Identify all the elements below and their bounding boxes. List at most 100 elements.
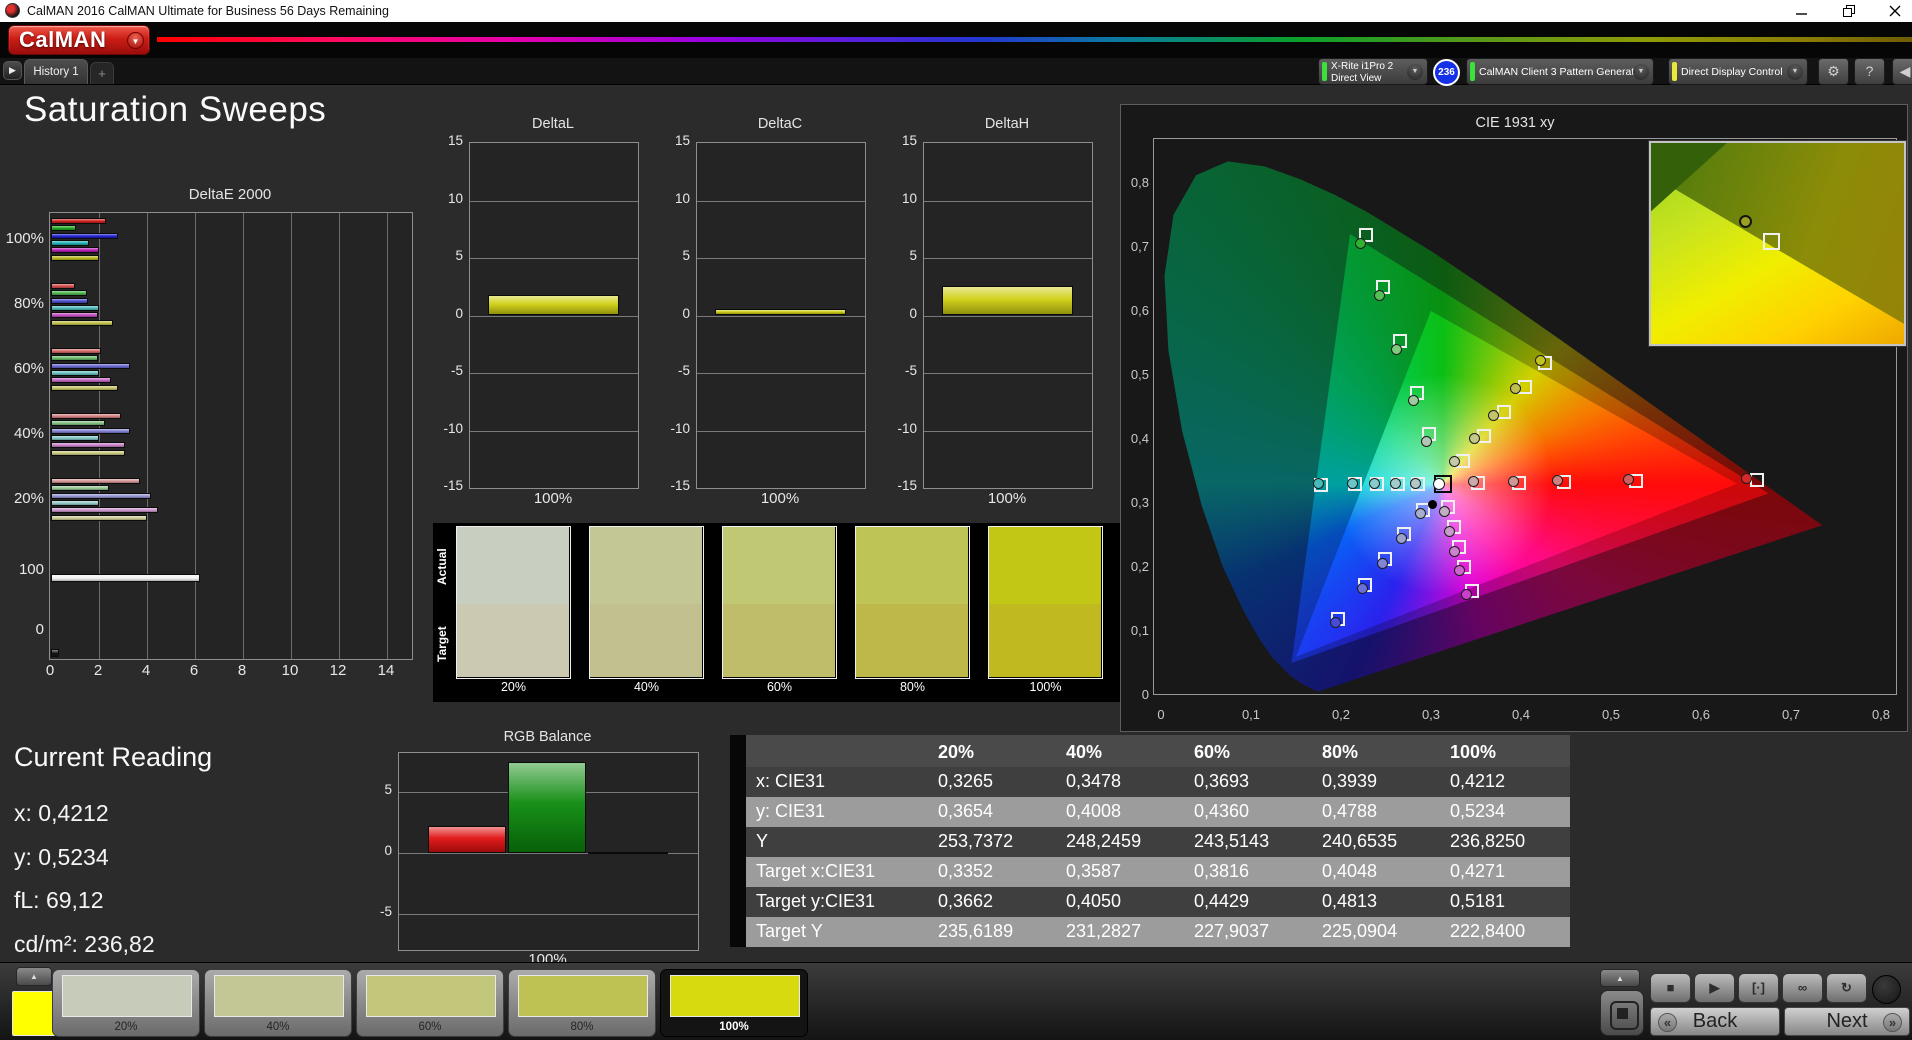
chevron-down-icon: ▼ [1787,64,1803,80]
step-button[interactable]: [·] [1738,973,1779,1003]
grid-line [697,431,865,432]
table-row: x: CIE310,32650,34780,36930,39390,4212 [746,767,1570,797]
deltae-bar [51,515,147,521]
delta-ytick: 10 [648,191,690,206]
delta-xlabel: 100% [696,490,864,507]
meter-dropdown[interactable]: X-Rite i1Pro 2Direct View ▼ [1318,58,1428,85]
saturation-button-20%[interactable]: 20% [52,969,200,1037]
stop-button[interactable]: ■ [1650,973,1691,1003]
table-header-cell: 20% [928,735,1056,767]
delta-bar [715,309,846,315]
pattern-generator-dropdown[interactable]: CalMAN Client 3 Pattern Generator ▼ [1466,58,1654,85]
table-cell: 0,3693 [1184,767,1312,797]
table-cell: 0,4360 [1184,797,1312,827]
chevron-down-icon: ▼ [1633,64,1649,80]
expand-strip-button[interactable]: ▲ [16,967,52,986]
inset-target-point [1763,233,1780,250]
table-row-label: Target y:CIE31 [746,887,928,917]
deltae-bar [51,420,105,426]
measured-point [1374,290,1385,301]
loop-button[interactable]: ∞ [1782,973,1823,1003]
deltae-xtick: 10 [270,662,310,679]
saturation-button-80%[interactable]: 80% [508,969,656,1037]
deltae-xtick: 6 [174,662,214,679]
delta-ytick: -10 [648,421,690,436]
delta-ytick: -5 [421,363,463,378]
bottom-bar: ▲ 20%40% 60% 80% 100% ▲ ■▶[·]∞↻ « Back Next… [0,962,1912,1040]
table-header-cell [746,735,928,767]
swatch-row-label: Actual [435,528,453,606]
measured-point [1535,355,1546,366]
cie-xtick: 0 [1141,707,1181,722]
back-button[interactable]: « Back [1650,1007,1780,1036]
expand-controls-button[interactable]: ▲ [1600,969,1640,987]
deltae-ylabel: 20% [0,490,44,507]
saturation-button-40%[interactable]: 40% [204,969,352,1037]
deltae-bar [51,305,99,311]
delta-ytick: 15 [875,133,917,148]
measured-point [1410,478,1421,489]
play-button[interactable]: ▶ [1694,973,1735,1003]
collapse-panel-button[interactable]: ◀ [1892,58,1912,85]
table-header-row: 20%40%60%80%100% [746,735,1570,767]
next-button[interactable]: Next » [1784,1007,1910,1036]
current-reading-line: cd/m²: 236,82 [14,931,155,958]
minimize-button[interactable] [1784,0,1818,22]
restore-icon [1843,5,1855,17]
deltae-ylabel: 0 [0,621,44,638]
deltae-bar [51,493,151,499]
swatch-row-label: Target [435,605,453,683]
grid-line [195,213,196,659]
meter-status-indicator [1322,62,1327,81]
grid-line [470,373,638,374]
cie-xtick: 0,4 [1501,707,1541,722]
deltae-bar [51,255,99,261]
loop-icon: ∞ [1783,974,1822,1002]
play-icon: ▶ [1695,974,1734,1002]
cie-xtick: 0,2 [1321,707,1361,722]
deltae-ylabel: 80% [0,295,44,312]
saturation-button-60%[interactable]: 60% [356,969,504,1037]
cie-title: CIE 1931 xy [1121,115,1909,131]
patch-label: 20% [456,680,571,694]
measured-point [1449,546,1460,557]
refresh-button[interactable]: ↻ [1826,973,1867,1003]
display-control-dropdown[interactable]: Direct Display Control ▼ [1668,58,1808,85]
patch-actual [856,527,968,604]
deltae-bar [51,478,140,484]
grid-line [697,258,865,259]
chevron-down-icon: ▼ [127,32,144,49]
add-tab-button[interactable]: + [90,62,114,84]
display-control-label: Direct Display Control [1681,59,1783,86]
target-point [1497,405,1511,419]
deltae-xtick: 4 [126,662,166,679]
table-cell: 253,7372 [928,827,1056,857]
restore-button[interactable] [1832,0,1866,22]
help-button[interactable]: ? [1854,58,1885,85]
tab-scroll-button[interactable]: ▶ [3,61,22,80]
table-row-label: Target Y [746,917,928,947]
current-reading-title: Current Reading [14,742,212,773]
table-row: y: CIE310,36540,40080,43600,47880,5234 [746,797,1570,827]
table-row: Y253,7372248,2459243,5143240,6535236,825… [746,827,1570,857]
saturation-button-label: 100% [661,1021,807,1033]
deltae-bar [51,320,113,326]
close-button[interactable] [1878,0,1912,22]
table-row: Target y:CIE310,36620,40500,44290,48130,… [746,887,1570,917]
cie-panel: CIE 1931 xy 0,80,70,60,50,40,30,20,1000,… [1120,104,1908,732]
delta-ytick: 5 [421,248,463,263]
saturation-button-swatch [62,975,192,1017]
grid-line [99,213,100,659]
delta-chart-title: DeltaC [696,116,864,132]
settings-button[interactable]: ⚙ [1818,58,1849,85]
stop-large-button[interactable] [1600,990,1644,1036]
grid-line [924,258,1092,259]
cie-xtick: 0,1 [1231,707,1271,722]
measured-point [1396,533,1407,544]
tab-history-1[interactable]: History 1 [24,59,88,84]
saturation-button-swatch [670,975,800,1017]
saturation-button-100%[interactable]: 100% [660,969,808,1037]
saturation-button-label: 60% [357,1021,503,1033]
deltae-ylabel: 100% [0,230,44,247]
calman-menu-button[interactable]: CalMAN ▼ [8,25,150,55]
